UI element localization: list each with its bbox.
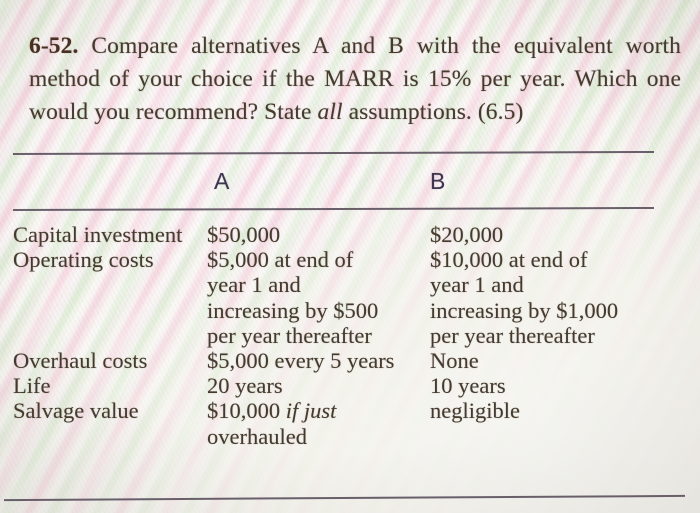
cell-alternative-b: $10,000 at end of year 1 and increasing … — [430, 247, 619, 348]
row-label: Salvage value — [13, 398, 139, 424]
table-row: Operating costs $5,000 at end of year 1 … — [0, 247, 700, 348]
table-header-rule — [12, 206, 655, 212]
column-header-b: B — [430, 168, 446, 194]
comparison-table: Capital investment $50,000 $20,000 Opera… — [0, 222, 700, 449]
row-label: Life — [13, 373, 51, 399]
table-row: Life 20 years 10 years — [0, 373, 700, 398]
cell-alternative-b: $20,000 — [430, 222, 504, 247]
page-content: 6-52. Compare alternatives A and B with … — [0, 0, 700, 513]
row-label: Overhaul costs — [13, 347, 148, 373]
cell-a-text-part-2: overhauled — [207, 423, 307, 449]
cell-alternative-a: $10,000 if just overhauled — [207, 398, 429, 448]
table-row: Capital investment $50,000 $20,000 — [0, 222, 700, 247]
cell-alternative-a: 20 years — [207, 373, 283, 399]
row-label: Capital investment — [13, 222, 183, 247]
problem-number: 6-52. — [29, 32, 79, 59]
row-label: Operating costs — [13, 247, 154, 273]
problem-text-part-2: assumptions. (6.5) — [342, 98, 524, 125]
cell-alternative-a: $5,000 at end of year 1 and increasing b… — [207, 247, 379, 348]
cell-alternative-b: None — [430, 347, 479, 373]
cell-alternative-b: 10 years — [430, 373, 506, 399]
problem-statement: 6-52. Compare alternatives A and B with … — [29, 30, 681, 129]
cell-a-text-part-1: $10,000 — [207, 398, 286, 424]
cell-a-emphasized-text: if just — [285, 398, 337, 424]
cell-alternative-a: $50,000 — [207, 222, 281, 247]
scanned-textbook-page: 6-52. Compare alternatives A and B with … — [0, 0, 700, 513]
cell-alternative-b: negligible — [430, 398, 520, 424]
table-row: Salvage value $10,000 if just overhauled… — [0, 398, 700, 448]
table-bottom-rule — [4, 494, 685, 502]
table-top-rule — [12, 150, 655, 156]
problem-emphasized-word: all — [317, 98, 343, 125]
cell-alternative-a: $5,000 every 5 years — [207, 347, 395, 373]
table-row: Overhaul costs $5,000 every 5 years None — [0, 348, 700, 373]
column-header-a: A — [214, 168, 230, 194]
